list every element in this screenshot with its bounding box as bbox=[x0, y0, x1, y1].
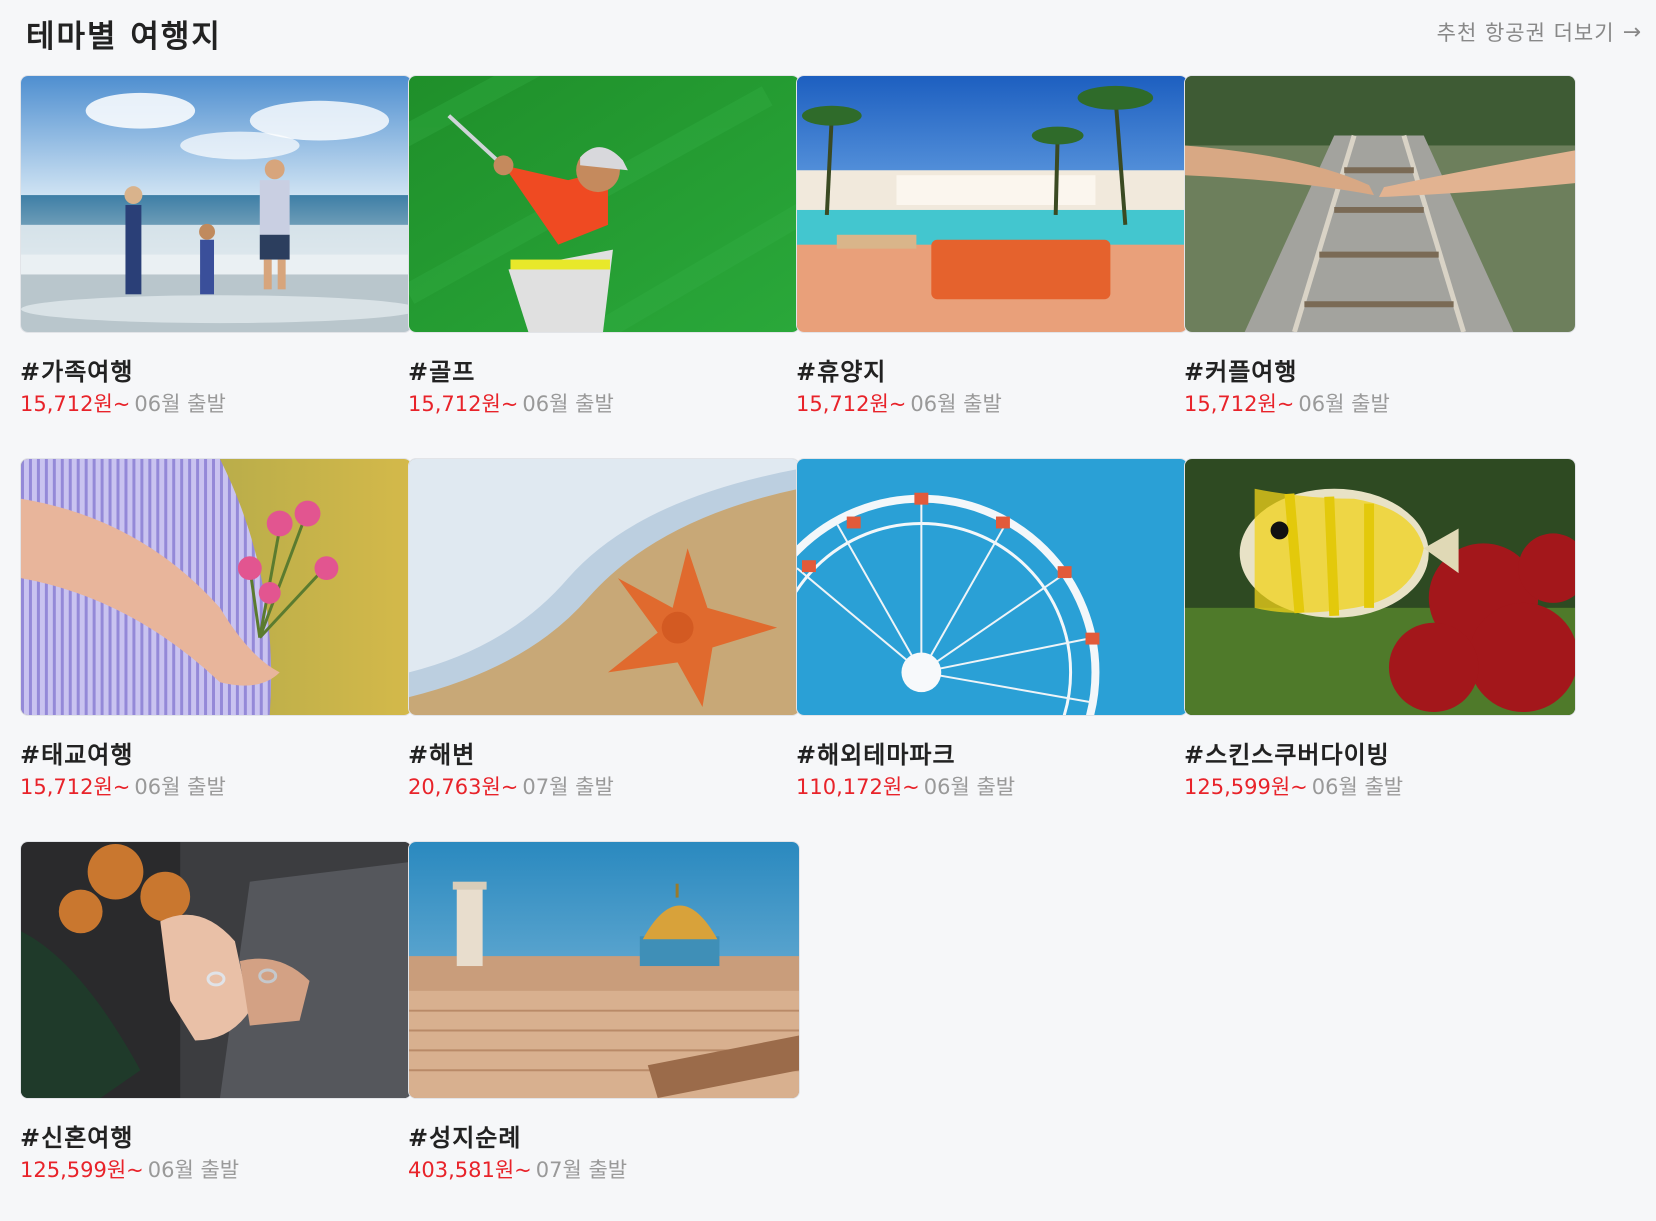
price-line: 15,712원~ 06월 출발 bbox=[1184, 388, 1390, 418]
price-line: 15,712원~ 06월 출발 bbox=[20, 388, 226, 418]
departure-month: 06월 출발 bbox=[134, 392, 226, 416]
more-flights-label: 추천 항공권 더보기 bbox=[1436, 21, 1615, 45]
departure-month: 06월 출발 bbox=[1311, 775, 1404, 799]
departure-month: 06월 출발 bbox=[134, 775, 226, 799]
theme-card-prenatal[interactable]: #태교여행 15,712원~ 06월 출발 bbox=[20, 458, 412, 818]
price: 110,172원~ bbox=[796, 775, 920, 799]
arrow-right-icon: → bbox=[1622, 19, 1642, 45]
price-line: 20,763원~ 07월 출발 bbox=[408, 771, 614, 801]
departure-month: 06월 출발 bbox=[1298, 392, 1390, 416]
theme-tag: #커플여행 bbox=[1184, 358, 1298, 386]
theme-tag: #해변 bbox=[408, 741, 476, 769]
more-flights-link[interactable]: 추천 항공권 더보기 → bbox=[1437, 17, 1642, 47]
price: 403,581원~ bbox=[408, 1158, 532, 1182]
departure-month: 06월 출발 bbox=[923, 775, 1016, 799]
price: 125,599원~ bbox=[1184, 775, 1308, 799]
departure-month: 07월 출발 bbox=[522, 775, 614, 799]
theme-card-honeymoon[interactable]: #신혼여행 125,599원~ 06월 출발 bbox=[20, 841, 412, 1201]
theme-tag: #신혼여행 bbox=[20, 1124, 134, 1152]
theme-card-pilgrimage[interactable]: #성지순례 403,581원~ 07월 출발 bbox=[408, 841, 800, 1201]
starfish-beach-photo bbox=[408, 458, 800, 716]
price-line: 403,581원~ 07월 출발 bbox=[408, 1154, 627, 1184]
pregnant-flowers-photo bbox=[20, 458, 412, 716]
price: 125,599원~ bbox=[20, 1158, 144, 1182]
wedding-rings-hands-photo bbox=[20, 841, 412, 1099]
theme-card-scuba[interactable]: #스킨스쿠버다이빙 125,599원~ 06월 출발 bbox=[1184, 458, 1576, 818]
ferris-wheel-photo bbox=[796, 458, 1188, 716]
price-line: 15,712원~ 06월 출발 bbox=[20, 771, 226, 801]
jerusalem-dome-photo bbox=[408, 841, 800, 1099]
theme-card-family[interactable]: #가족여행 15,712원~ 06월 출발 bbox=[20, 75, 412, 435]
departure-month: 06월 출발 bbox=[522, 392, 614, 416]
departure-month: 06월 출발 bbox=[910, 392, 1002, 416]
departure-month: 07월 출발 bbox=[535, 1158, 628, 1182]
price-line: 15,712원~ 06월 출발 bbox=[408, 388, 614, 418]
price-line: 125,599원~ 06월 출발 bbox=[1184, 771, 1403, 801]
price-line: 15,712원~ 06월 출발 bbox=[796, 388, 1002, 418]
theme-card-resort[interactable]: #휴양지 15,712원~ 06월 출발 bbox=[796, 75, 1188, 435]
price: 15,712원~ bbox=[796, 392, 907, 416]
section-header: 테마별 여행지 추천 항공권 더보기 → bbox=[0, 0, 1656, 64]
theme-card-golf[interactable]: #골프 15,712원~ 06월 출발 bbox=[408, 75, 800, 435]
butterflyfish-reef-photo bbox=[1184, 458, 1576, 716]
price-line: 110,172원~ 06월 출발 bbox=[796, 771, 1015, 801]
theme-tag: #휴양지 bbox=[796, 358, 887, 386]
theme-tag: #가족여행 bbox=[20, 358, 134, 386]
theme-card-theme-park[interactable]: #해외테마파크 110,172원~ 06월 출발 bbox=[796, 458, 1188, 818]
theme-tag: #태교여행 bbox=[20, 741, 134, 769]
resort-pool-palms-photo bbox=[796, 75, 1188, 333]
theme-tag: #해외테마파크 bbox=[796, 741, 956, 769]
theme-card-beach[interactable]: #해변 20,763원~ 07월 출발 bbox=[408, 458, 800, 818]
theme-card-couple[interactable]: #커플여행 15,712원~ 06월 출발 bbox=[1184, 75, 1576, 435]
price: 15,712원~ bbox=[1184, 392, 1295, 416]
theme-tag: #골프 bbox=[408, 358, 476, 386]
golfer-swing-photo bbox=[408, 75, 800, 333]
price: 15,712원~ bbox=[408, 392, 519, 416]
couple-hands-railway-photo bbox=[1184, 75, 1576, 333]
section-title: 테마별 여행지 bbox=[26, 19, 222, 55]
theme-tag: #성지순례 bbox=[408, 1124, 522, 1152]
family-beach-photo bbox=[20, 75, 412, 333]
price: 15,712원~ bbox=[20, 775, 131, 799]
price-line: 125,599원~ 06월 출발 bbox=[20, 1154, 239, 1184]
price: 20,763원~ bbox=[408, 775, 519, 799]
departure-month: 06월 출발 bbox=[147, 1158, 240, 1182]
theme-tag: #스킨스쿠버다이빙 bbox=[1184, 741, 1390, 769]
price: 15,712원~ bbox=[20, 392, 131, 416]
